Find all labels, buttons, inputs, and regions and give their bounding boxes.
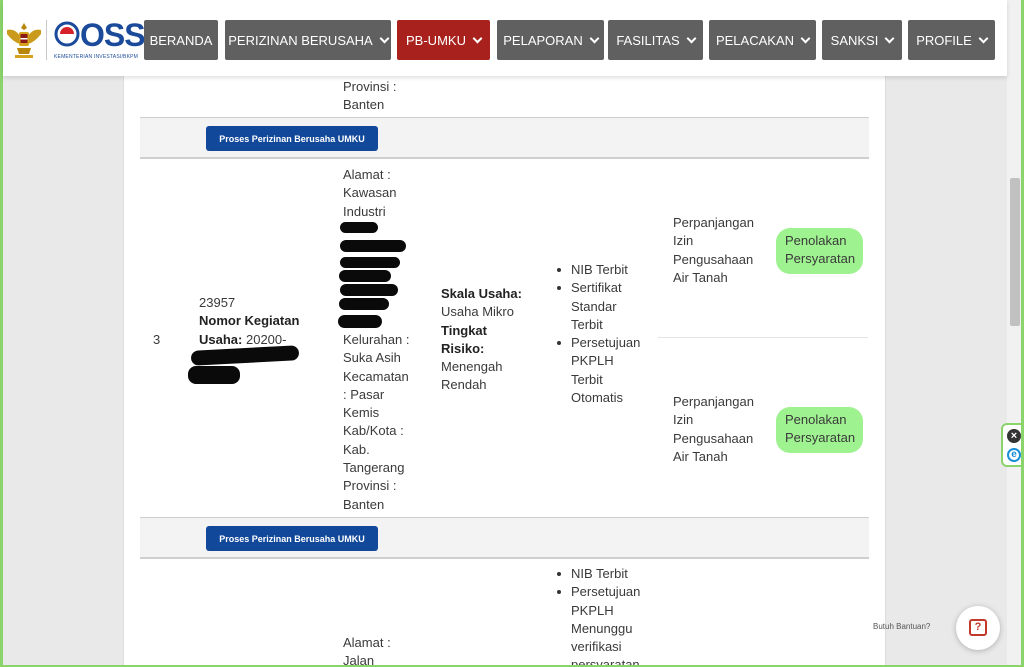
list-item: Sertifikat Standar Terbit	[555, 279, 655, 334]
redaction-mark	[340, 222, 378, 233]
kbli-code: 23957	[199, 295, 236, 310]
redaction-mark	[339, 298, 389, 310]
help-button[interactable]: ?	[956, 606, 1000, 650]
top-header: OSS KEMENTERIAN INVESTASI/BKPM BERANDA P…	[3, 0, 1007, 76]
list-item: NIB Terbit	[555, 261, 655, 279]
process-band: Proses Perizinan Berusaha UMKU	[140, 517, 869, 559]
top-provinsi: Provinsi : Banten	[343, 79, 397, 113]
close-icon[interactable]: ×	[1007, 429, 1021, 443]
chevron-down-icon	[379, 33, 390, 43]
kegiatan-cell: 23957 Nomor Kegiatan Usaha: 20200-	[199, 294, 319, 349]
redaction-mark	[339, 270, 391, 282]
izin-status: Penolakan Persyaratan	[785, 233, 856, 267]
row-divider	[658, 337, 868, 338]
window-frame-left	[0, 0, 3, 667]
garuda-emblem-icon	[7, 23, 41, 58]
status-list: NIB Terbit Sertifikat Standar Terbit Per…	[555, 261, 655, 407]
nomor-kegiatan-value: 20200-	[245, 331, 287, 347]
nav-pelacakan[interactable]: PELACAKAN	[709, 20, 816, 60]
alamat-cell: Alamat : Jalan	[343, 635, 391, 667]
list-item: Persetujuan PKPLH Terbit Otomatis	[555, 334, 655, 407]
oss-logo[interactable]: OSS KEMENTERIAN INVESTASI/BKPM	[54, 16, 146, 64]
status-list: NIB Terbit Persetujuan PKPLH Menunggu ve…	[555, 565, 655, 667]
nav-sanksi[interactable]: SANKSI	[822, 20, 902, 60]
nav-pelaporan[interactable]: PELAPORAN	[497, 20, 604, 60]
redaction-mark	[338, 315, 382, 328]
question-chat-icon: ?	[969, 619, 987, 636]
oss-logo-mark-icon	[54, 21, 80, 47]
list-item: NIB Terbit	[555, 565, 655, 583]
process-umku-button[interactable]: Proses Perizinan Berusaha UMKU	[206, 526, 378, 551]
alamat-detail-cell: Kelurahan : Suka Asih Kecamatan : Pasar …	[343, 332, 410, 512]
alamat-cell: Alamat : Kawasan Industri	[343, 167, 397, 219]
logo-divider	[46, 20, 47, 60]
oss-logo-subtitle: KEMENTERIAN INVESTASI/BKPM	[54, 54, 139, 60]
scrollbar-track[interactable]	[1007, 0, 1021, 667]
izin-name: Perpanjangan Izin Pengusahaan Air Tanah	[673, 215, 754, 285]
chevron-down-icon	[978, 33, 989, 43]
nav-perizinan-berusaha[interactable]: PERIZINAN BERUSAHA	[225, 20, 391, 60]
redaction-mark	[340, 240, 406, 252]
izin-status: Penolakan Persyaratan	[785, 412, 856, 446]
chevron-down-icon	[800, 33, 811, 43]
chevron-down-icon	[884, 33, 895, 43]
process-band: Proses Perizinan Berusaha UMKU	[140, 117, 869, 159]
redaction-mark	[340, 284, 398, 296]
redaction-mark	[188, 366, 240, 384]
izin-name: Perpanjangan Izin Pengusahaan Air Tanah	[673, 394, 754, 464]
chevron-down-icon	[686, 33, 697, 43]
chevron-down-icon	[472, 33, 483, 43]
process-umku-button[interactable]: Proses Perizinan Berusaha UMKU	[206, 126, 378, 151]
nav-fasilitas[interactable]: FASILITAS	[608, 20, 703, 60]
scrollbar-thumb[interactable]	[1010, 178, 1020, 326]
e-extension-icon[interactable]: e	[1007, 448, 1021, 462]
nav-pb-umku[interactable]: PB-UMKU	[397, 20, 490, 60]
skala-risiko-cell: Skala Usaha: Usaha Mikro Tingkat Risiko:…	[441, 286, 522, 393]
list-item: Persetujuan PKPLH Menunggu verifikasi pe…	[555, 583, 655, 667]
redaction-mark	[340, 257, 400, 268]
chevron-down-icon	[589, 33, 600, 43]
nav-beranda[interactable]: BERANDA	[144, 20, 218, 60]
oss-logo-text: OSS	[80, 17, 146, 53]
nav-profile[interactable]: PROFILE	[908, 20, 995, 60]
help-label: Butuh Bantuan?	[873, 622, 931, 631]
row-number: 3	[153, 332, 161, 347]
